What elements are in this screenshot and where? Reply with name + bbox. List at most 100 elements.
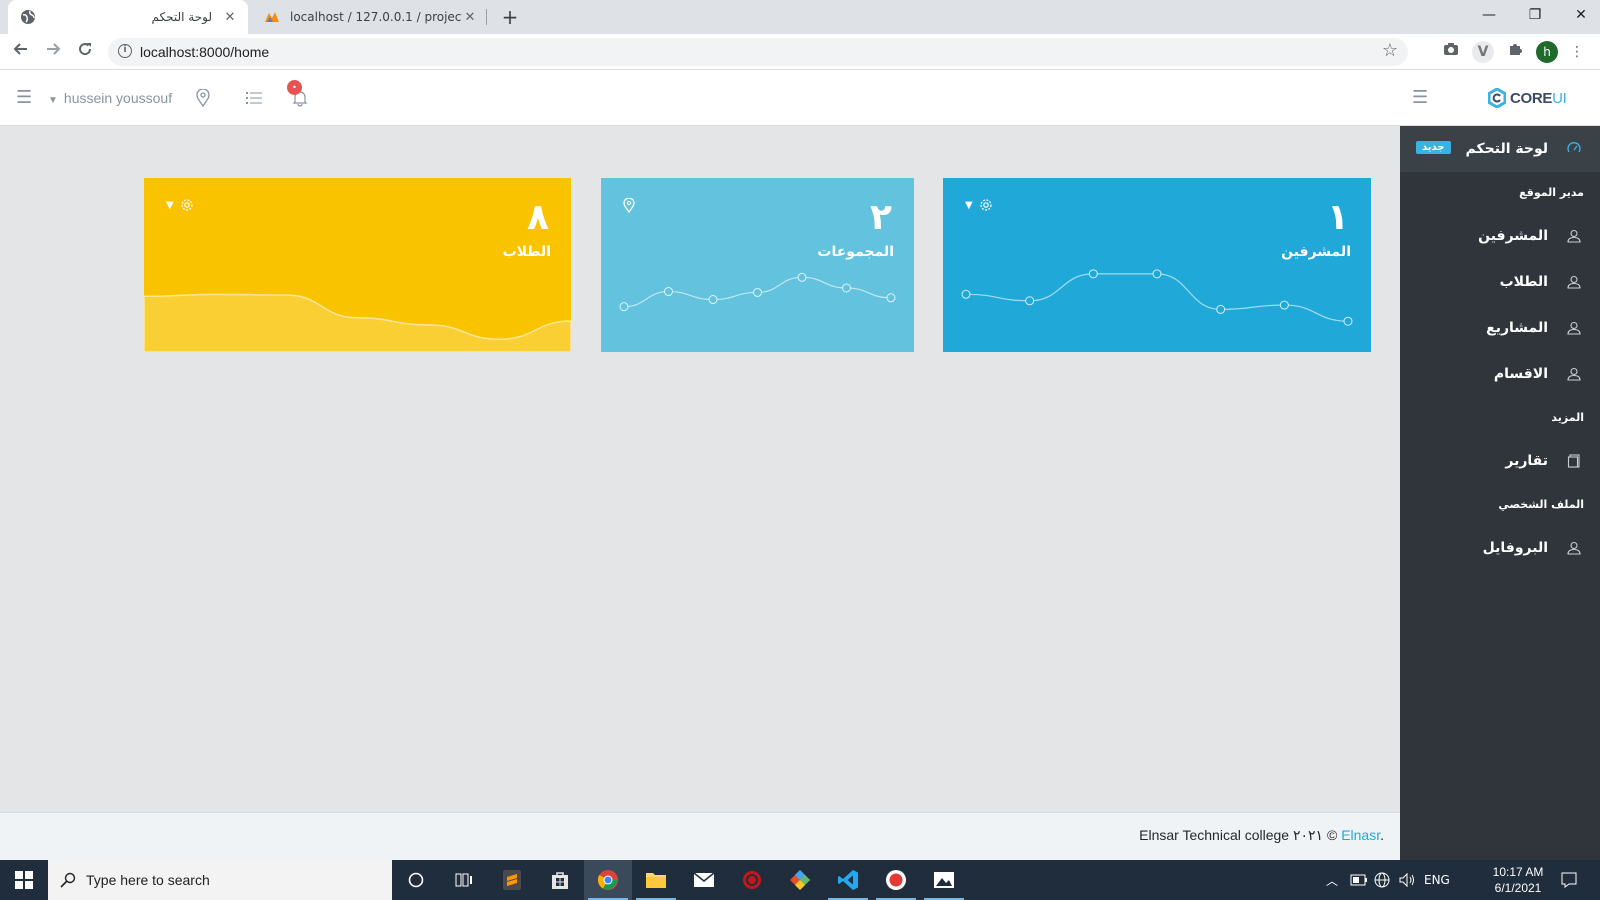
sidebar-item-label: المشرفين <box>1478 228 1548 244</box>
chart-point[interactable] <box>619 302 629 312</box>
new-tab-button[interactable]: + <box>498 4 522 30</box>
location-pin-icon[interactable] <box>196 86 210 110</box>
sidebar-item-students[interactable]: الطلاب <box>1400 259 1600 305</box>
sidebar-section-title: الملف الشخصي <box>1498 498 1584 511</box>
windows-start-icon[interactable] <box>0 860 48 900</box>
clock-time: 10:17 AM <box>1492 865 1544 879</box>
chart-point[interactable] <box>886 293 896 303</box>
card-value: ٨ <box>527 197 549 238</box>
sidebar-item-label: الطلاب <box>1499 274 1548 290</box>
chart-point[interactable] <box>1216 304 1226 314</box>
sidebar-item-label: تقارير <box>1505 453 1548 469</box>
app-header: ☰ ▼ hussein youssouf • ☰ COREUI <box>0 70 1600 126</box>
chevron-up-icon: ︿ <box>1326 873 1339 888</box>
sidebar-item-reports[interactable]: تقارير <box>1400 438 1600 484</box>
microsoft-store-icon[interactable] <box>536 860 584 900</box>
action-center-icon[interactable] <box>1560 860 1578 900</box>
sidebar-item-departments[interactable]: الاقسام <box>1400 351 1600 397</box>
address-bar[interactable]: i ☆ <box>108 38 1408 66</box>
restore-button[interactable]: ❐ <box>1512 0 1558 30</box>
puzzle-extensions-icon[interactable] <box>1504 41 1526 63</box>
user-follow-icon <box>1564 275 1584 289</box>
chart-point[interactable] <box>664 287 673 297</box>
tab-title: لوحة التحكم <box>151 10 213 24</box>
tab-close-icon[interactable]: ✕ <box>222 10 238 25</box>
sidebar-item-supervisors[interactable]: المشرفين <box>1400 213 1600 259</box>
chart-point[interactable] <box>797 272 807 282</box>
brand-text: COREUI <box>1510 89 1567 107</box>
chart-line <box>965 273 1349 322</box>
volume-icon[interactable] <box>1398 860 1416 900</box>
vscode-icon[interactable] <box>824 860 872 900</box>
hamburger-menu-icon[interactable]: ☰ <box>16 86 32 110</box>
task-view-icon[interactable] <box>440 860 488 900</box>
tab-phpmyadmin[interactable]: localhost / 127.0.0.1 / project / u ✕ <box>252 0 488 34</box>
line-chart <box>961 269 1353 326</box>
taskbar-clock[interactable]: 10:17 AM 6/1/2021 <box>1486 864 1550 896</box>
card-settings-dropdown[interactable]: ▼ <box>166 198 194 212</box>
user-icon <box>1564 321 1584 335</box>
caret-down-icon: ▼ <box>965 199 973 211</box>
chart-point[interactable] <box>961 289 971 299</box>
sidebar-toggle-icon[interactable]: ☰ <box>1412 86 1428 110</box>
cortana-icon[interactable] <box>392 860 440 900</box>
sidebar-item-profile[interactable]: البروفايل <box>1400 525 1600 571</box>
search-icon <box>60 872 76 888</box>
gear-icon <box>181 199 193 211</box>
tab-separator <box>486 9 487 25</box>
taskbar-search[interactable]: Type here to search <box>48 860 392 900</box>
sidebar-item-dashboard[interactable]: لوحة التحكم جديد <box>1400 126 1600 172</box>
chart-point[interactable] <box>1152 269 1162 279</box>
battery-icon[interactable] <box>1350 860 1368 900</box>
footer-link[interactable]: Elnasr <box>1341 827 1380 843</box>
browser-menu-icon[interactable]: ⋮ <box>1566 41 1588 63</box>
footer-copyright: Elnsar Technical college ٢٠٢١ © Elnasr. <box>1139 827 1384 843</box>
screen-recorder-icon[interactable] <box>872 860 920 900</box>
show-hidden-icons[interactable]: ︿ <box>1326 860 1338 900</box>
card-groups: ٢ المجموعات <box>601 178 914 352</box>
chart-area <box>144 293 571 352</box>
sublime-text-icon[interactable] <box>488 860 536 900</box>
window-close-button[interactable]: ✕ <box>1558 0 1600 30</box>
clock-date: 6/1/2021 <box>1494 881 1542 895</box>
chart-point[interactable] <box>1279 300 1289 310</box>
forward-arrow-icon[interactable] <box>40 39 66 65</box>
network-globe-icon[interactable] <box>1374 860 1390 900</box>
sidebar-item-projects[interactable]: المشاريع <box>1400 305 1600 351</box>
line-chart <box>619 272 896 312</box>
site-info-icon[interactable]: i <box>118 44 132 58</box>
user-icon <box>1564 541 1584 555</box>
sidebar-item-label: المشاريع <box>1486 320 1548 336</box>
v-extension-icon[interactable]: V <box>1472 41 1494 63</box>
back-arrow-icon[interactable] <box>8 39 34 65</box>
git-tool-icon[interactable] <box>776 860 824 900</box>
camera-icon[interactable] <box>1440 41 1462 63</box>
profile-avatar[interactable]: h <box>1536 41 1558 63</box>
chart-point[interactable] <box>708 295 718 305</box>
card-settings-dropdown[interactable]: ▼ <box>965 198 993 212</box>
coreui-logo[interactable]: COREUI <box>1488 86 1567 110</box>
minimize-button[interactable]: — <box>1466 0 1512 30</box>
chart-point[interactable] <box>753 287 762 297</box>
chart-point[interactable] <box>1025 296 1035 306</box>
reload-icon[interactable] <box>72 39 98 65</box>
antivirus-icon[interactable] <box>728 860 776 900</box>
tab-close-icon[interactable]: ✕ <box>462 10 478 25</box>
mail-icon[interactable] <box>680 860 728 900</box>
sidebar-item-label: البروفايل <box>1482 540 1548 556</box>
chart-point[interactable] <box>1343 316 1353 326</box>
chart-point[interactable] <box>842 283 851 293</box>
language-indicator[interactable]: ENG <box>1424 860 1450 900</box>
url-input[interactable] <box>140 42 1340 62</box>
notes-icon <box>1564 454 1584 468</box>
photos-icon[interactable] <box>920 860 968 900</box>
user-dropdown[interactable]: ▼ hussein youssouf <box>48 86 172 110</box>
main-content: ١ المشرفين ▼ ٢ المجموعات ٨ الطلاب ▼ <box>0 126 1400 812</box>
chrome-icon[interactable] <box>584 860 632 900</box>
tab-dashboard[interactable]: لوحة التحكم ✕ <box>8 0 248 34</box>
card-location-button[interactable] <box>623 198 635 213</box>
list-icon[interactable] <box>246 86 262 110</box>
bookmark-star-icon[interactable]: ☆ <box>1382 40 1398 61</box>
chart-point[interactable] <box>1088 269 1098 279</box>
file-explorer-icon[interactable] <box>632 860 680 900</box>
